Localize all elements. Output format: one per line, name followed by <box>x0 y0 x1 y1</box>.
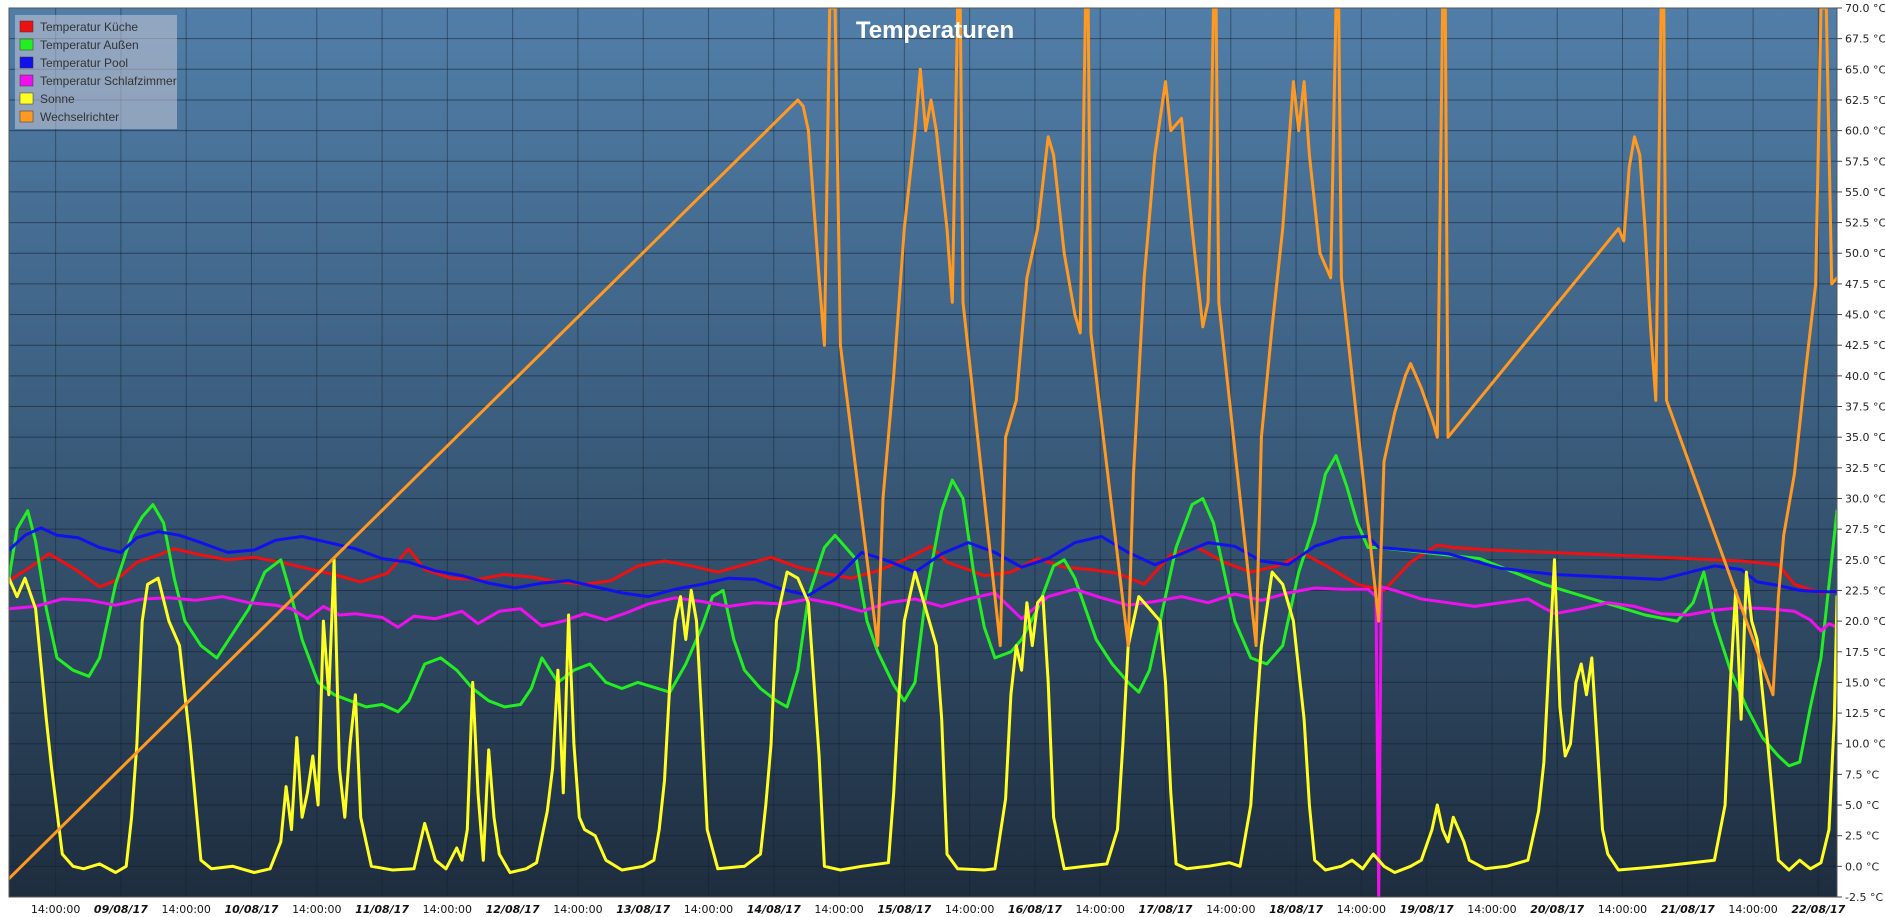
x-tick-label: 14:00:00 <box>1076 903 1125 916</box>
x-tick-label: 10/08/17 <box>225 903 279 916</box>
y-tick-label: 15.0 °C <box>1845 676 1885 689</box>
y-tick-label: 22.5 °C <box>1845 584 1885 597</box>
x-tick-label: 14:00:00 <box>1728 903 1777 916</box>
y-tick-label: 25.0 °C <box>1845 554 1885 567</box>
x-axis: 14:00:00 09/08/17 14:00:00 10/08/17 14:00:00… <box>31 903 1846 916</box>
legend-swatch[interactable] <box>19 20 34 33</box>
x-tick-label: 15/08/17 <box>877 903 931 916</box>
y-tick-label: 62.5 °C <box>1845 94 1885 107</box>
x-tick-label: 19/08/17 <box>1400 903 1454 916</box>
x-tick-label: 14:00:00 <box>1467 903 1516 916</box>
x-tick-label: 09/08/17 <box>94 903 148 916</box>
x-tick-label: 14:00:00 <box>162 903 211 916</box>
x-tick-label: 16/08/17 <box>1008 903 1062 916</box>
x-tick-label: 12/08/17 <box>486 903 540 916</box>
y-tick-label: 60.0 °C <box>1845 125 1885 138</box>
legend-label[interactable]: Temperatur Schlafzimmer <box>40 74 177 88</box>
x-tick-label: 14:00:00 <box>1206 903 1255 916</box>
legend-swatch[interactable] <box>19 74 34 87</box>
y-tick-label: 5.0 °C <box>1845 799 1879 812</box>
y-tick-label: 57.5 °C <box>1845 155 1885 168</box>
plot-background <box>9 8 1837 897</box>
y-tick-label: 65.0 °C <box>1845 63 1885 76</box>
legend-swatch[interactable] <box>19 56 34 69</box>
legend-swatch[interactable] <box>19 92 34 105</box>
x-tick-label: 14/08/17 <box>747 903 801 916</box>
x-tick-label: 14:00:00 <box>814 903 863 916</box>
x-tick-label: 14:00:00 <box>553 903 602 916</box>
chart: -2.5 °C 0.0 °C 2.5 °C 5.0 °C 7.5 °C 10.0 °C 12… <box>0 0 1885 917</box>
y-tick-label: 70.0 °C <box>1845 2 1885 15</box>
legend-label[interactable]: Temperatur Pool <box>40 56 128 70</box>
y-tick-label: 67.5 °C <box>1845 33 1885 46</box>
y-tick-label: 47.5 °C <box>1845 278 1885 291</box>
legend-swatch[interactable] <box>19 38 34 51</box>
y-tick-label: 42.5 °C <box>1845 339 1885 352</box>
y-tick-label: 40.0 °C <box>1845 370 1885 383</box>
y-tick-label: 2.5 °C <box>1845 830 1879 843</box>
x-tick-label: 13/08/17 <box>616 903 670 916</box>
y-tick-label: 50.0 °C <box>1845 247 1885 260</box>
y-tick-label: 10.0 °C <box>1845 738 1885 751</box>
legend-label[interactable]: Sonne <box>40 92 75 106</box>
x-tick-label: 17/08/17 <box>1139 903 1193 916</box>
y-tick-label: 30.0 °C <box>1845 492 1885 505</box>
y-tick-label: 37.5 °C <box>1845 401 1885 414</box>
x-tick-label: 21/08/17 <box>1661 903 1715 916</box>
x-tick-label: 14:00:00 <box>684 903 733 916</box>
y-axis: -2.5 °C 0.0 °C 2.5 °C 5.0 °C 7.5 °C 10.0 °C 12… <box>1837 2 1885 904</box>
y-tick-label: 20.0 °C <box>1845 615 1885 628</box>
legend[interactable]: Temperatur Küche Temperatur Außen Temperat… <box>15 15 177 129</box>
x-tick-label: 14:00:00 <box>31 903 80 916</box>
x-tick-label: 14:00:00 <box>1337 903 1386 916</box>
y-tick-label: 17.5 °C <box>1845 646 1885 659</box>
x-tick-label: 11/08/17 <box>355 903 409 916</box>
x-tick-label: 14:00:00 <box>292 903 341 916</box>
y-tick-label: 7.5 °C <box>1845 768 1879 781</box>
temperature-chart: -2.5 °C 0.0 °C 2.5 °C 5.0 °C 7.5 °C 10.0 °C 12… <box>8 2 1885 916</box>
y-tick-label: 52.5 °C <box>1845 217 1885 230</box>
legend-label[interactable]: Wechselrichter <box>40 110 119 124</box>
y-tick-label: -2.5 °C <box>1845 891 1883 904</box>
x-tick-label: 22/08/17 <box>1791 903 1845 916</box>
x-tick-label: 18/08/17 <box>1269 903 1323 916</box>
x-tick-label: 14:00:00 <box>1598 903 1647 916</box>
legend-label[interactable]: Temperatur Küche <box>40 20 138 34</box>
y-tick-label: 45.0 °C <box>1845 309 1885 322</box>
y-tick-label: 0.0 °C <box>1845 860 1879 873</box>
chart-title: Temperaturen <box>856 17 1014 44</box>
y-tick-label: 12.5 °C <box>1845 707 1885 720</box>
y-tick-label: 27.5 °C <box>1845 523 1885 536</box>
x-tick-label: 20/08/17 <box>1530 903 1584 916</box>
y-tick-label: 32.5 °C <box>1845 462 1885 475</box>
y-tick-label: 35.0 °C <box>1845 431 1885 444</box>
legend-label[interactable]: Temperatur Außen <box>40 38 139 52</box>
x-tick-label: 14:00:00 <box>945 903 994 916</box>
x-tick-label: 14:00:00 <box>423 903 472 916</box>
legend-swatch[interactable] <box>19 110 34 123</box>
y-tick-label: 55.0 °C <box>1845 186 1885 199</box>
